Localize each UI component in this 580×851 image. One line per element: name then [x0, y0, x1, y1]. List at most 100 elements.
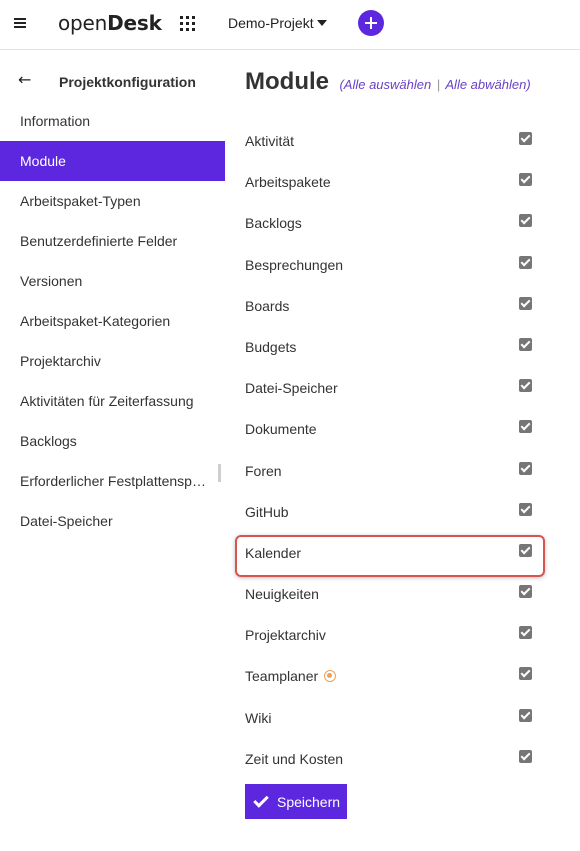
module-row: GitHub [245, 492, 545, 533]
module-row: Teamplaner [245, 656, 545, 697]
module-row: Besprechungen [245, 245, 545, 286]
top-header: openDesk Demo-Projekt [0, 0, 580, 50]
module-row: Kalender [235, 533, 545, 577]
page-title: Module [245, 68, 329, 95]
module-label: Budgets [245, 339, 296, 355]
module-label: Aktivität [245, 133, 294, 149]
select-links: (Alle auswählen | Alle abwählen) [339, 77, 530, 92]
deselect-all-link[interactable]: Alle abwählen) [445, 77, 530, 92]
sidebar-scrollbar[interactable] [218, 464, 221, 482]
title-row: Module (Alle auswählen | Alle abwählen) [245, 68, 565, 96]
module-checkbox[interactable] [519, 708, 532, 722]
module-checkbox[interactable] [519, 543, 532, 557]
module-label-text: Kalender [245, 544, 302, 561]
module-label-text: Aktivität [245, 133, 295, 149]
module-label: Dokumente [245, 421, 317, 437]
module-label-text: Boards [245, 297, 290, 314]
module-checkbox[interactable] [519, 585, 532, 599]
logo-bold-part: Desk [107, 11, 162, 35]
module-label-text: GitHub [245, 503, 289, 520]
logo-light-part: open [58, 11, 108, 35]
module-label: Besprechungen [245, 257, 343, 273]
module-label: GitHub [245, 504, 289, 520]
module-label-text: Teamplaner [245, 668, 319, 685]
module-label: Neuigkeiten [245, 586, 319, 602]
module-label-text: Budgets [245, 338, 297, 355]
module-label-text: Neuigkeiten [245, 586, 319, 603]
module-checkbox[interactable] [519, 132, 532, 145]
sidebar-item[interactable]: Versionen [0, 261, 225, 301]
module-checkbox[interactable] [519, 626, 532, 640]
module-checkbox[interactable] [519, 461, 532, 475]
module-checkbox[interactable] [519, 502, 532, 516]
checkmark-icon [253, 792, 269, 808]
sidebar-item[interactable]: Benutzerdefinierte Felder [0, 221, 225, 261]
sidebar-item[interactable]: Backlogs [0, 421, 225, 461]
module-checkbox[interactable] [519, 296, 532, 310]
opendesk-logo[interactable]: openDesk [58, 11, 162, 35]
module-checkbox[interactable] [519, 749, 532, 763]
module-row: Zeit und Kosten [245, 739, 545, 780]
module-label-text: Projektarchiv [245, 627, 326, 644]
sidebar-item[interactable]: Information [0, 101, 225, 141]
select-all-link[interactable]: (Alle auswählen [339, 77, 431, 92]
sidebar-header: ← Projektkonfiguration [0, 70, 225, 94]
module-label-text: Dokumente [245, 421, 317, 438]
module-list: Aktivität Arbeitspakete Backlogs Besprechun… [235, 121, 545, 780]
module-label-text: Wiki [245, 709, 272, 726]
module-row: Backlogs [245, 203, 545, 244]
save-label: Speichern [277, 793, 341, 810]
enterprise-badge-icon [324, 670, 337, 683]
sidebar: ← Projektkonfiguration Information Module… [0, 50, 225, 851]
sidebar-item[interactable]: Aktivitäten für Zeiterfassung [0, 381, 225, 421]
module-label-text: Backlogs [245, 215, 302, 232]
module-label: Wiki [245, 710, 271, 726]
module-checkbox[interactable] [519, 337, 532, 351]
sidebar-item[interactable]: Arbeitspaket-Kategorien [0, 301, 225, 341]
module-checkbox[interactable] [519, 420, 532, 434]
module-row: Neuigkeiten [245, 574, 545, 615]
module-label-text: Foren [245, 462, 282, 479]
sidebar-item[interactable]: Arbeitspaket-Typen [0, 181, 225, 221]
module-label: Foren [245, 463, 282, 479]
module-label-text: Arbeitspakete [245, 174, 331, 191]
module-label-text: Besprechungen [245, 256, 344, 273]
module-checkbox[interactable] [519, 255, 532, 269]
module-row: Arbeitspakete [245, 162, 545, 203]
module-checkbox[interactable] [519, 379, 532, 393]
module-checkbox[interactable] [519, 214, 532, 228]
apps-grid-icon[interactable] [180, 16, 196, 32]
save-button[interactable]: Speichern [245, 784, 347, 819]
module-label: Zeit und Kosten [245, 751, 343, 767]
arrow-left-icon[interactable]: ← [18, 70, 31, 89]
module-label: Boards [245, 298, 289, 314]
sidebar-item[interactable]: Projektarchiv [0, 341, 225, 381]
module-label: Kalender [245, 545, 301, 561]
module-label: Teamplaner [245, 668, 337, 685]
module-row: Wiki [245, 698, 545, 739]
project-name: Demo-Projekt [228, 15, 314, 31]
module-row: Aktivität [245, 121, 545, 162]
module-checkbox[interactable] [519, 667, 532, 681]
module-label: Backlogs [245, 215, 302, 231]
sidebar-menu: Information Module Arbeitspaket-Typen Benut… [0, 101, 225, 541]
sidebar-item[interactable]: Module [0, 141, 225, 181]
module-label: Arbeitspakete [245, 174, 331, 190]
module-row: Datei-Speicher [245, 368, 545, 409]
chevron-down-icon [316, 20, 327, 26]
project-selector[interactable]: Demo-Projekt [228, 15, 327, 31]
module-row: Boards [245, 286, 545, 327]
sidebar-title: Projektkonfiguration [59, 74, 196, 90]
module-checkbox[interactable] [519, 173, 532, 187]
module-label: Datei-Speicher [245, 380, 338, 396]
module-label-text: Datei-Speicher [245, 380, 338, 397]
module-label: Projektarchiv [245, 627, 326, 643]
hamburger-icon[interactable] [14, 16, 30, 32]
module-row: Projektarchiv [245, 615, 545, 656]
sidebar-item[interactable]: Datei-Speicher [0, 501, 225, 541]
module-row: Budgets [245, 327, 545, 368]
sidebar-item[interactable]: Erforderlicher Festplattenspeicher [0, 461, 225, 501]
links-separator: | [436, 77, 441, 92]
module-row: Foren [245, 451, 545, 492]
create-plus-button[interactable] [358, 10, 384, 36]
